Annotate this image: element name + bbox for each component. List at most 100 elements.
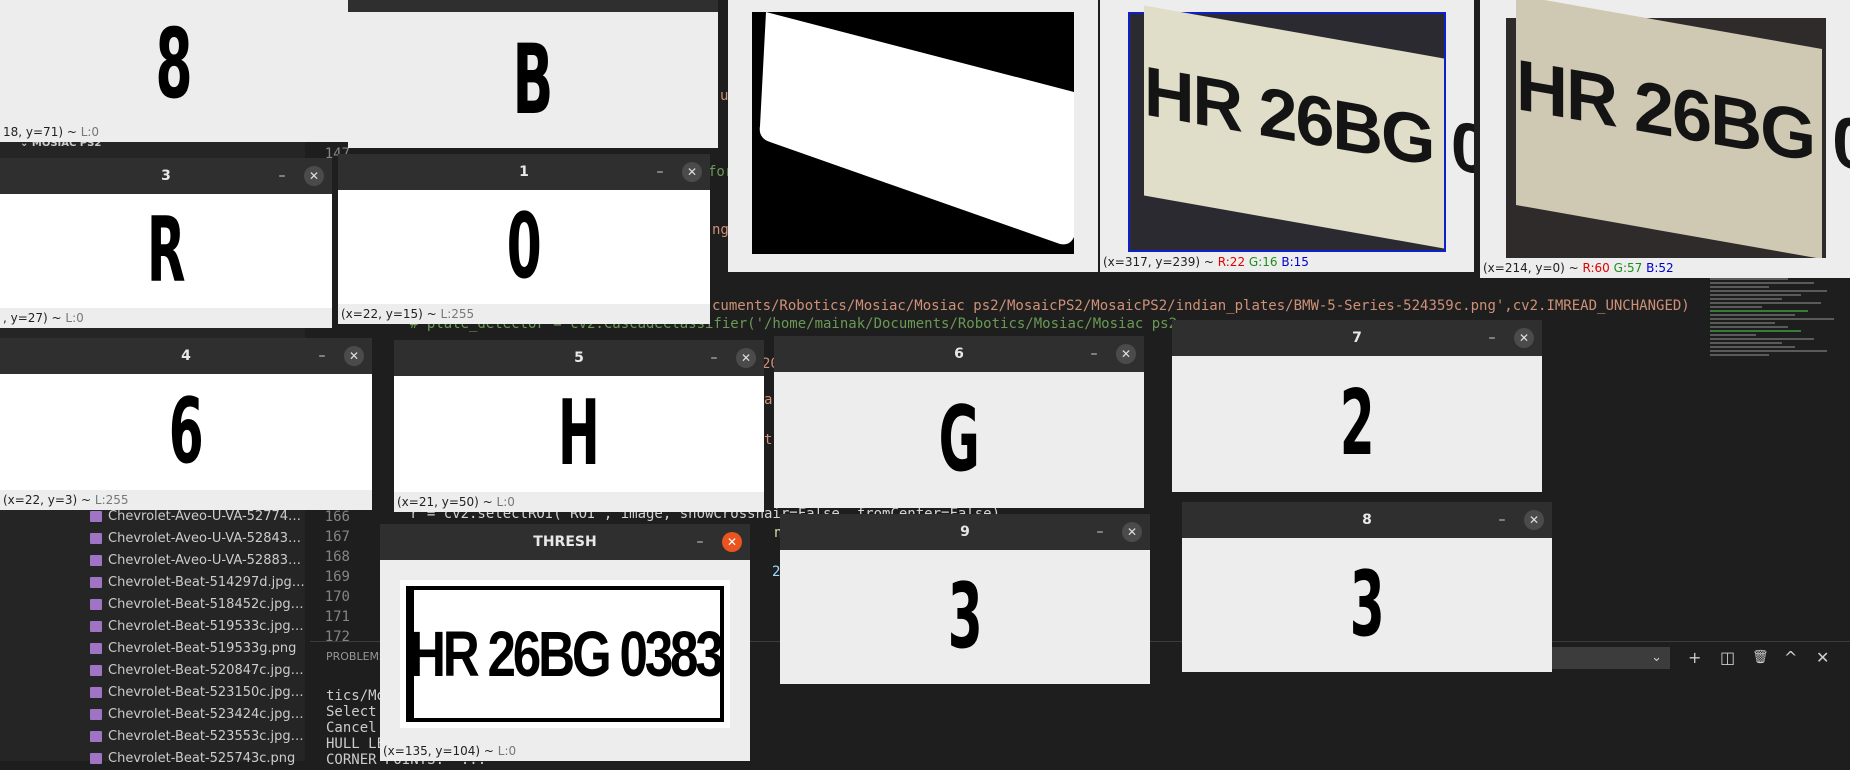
close-icon[interactable]: ✕: [344, 346, 364, 366]
split-terminal-icon[interactable]: ◫: [1720, 647, 1735, 669]
file-item[interactable]: Chevrolet-Beat-523424c.jpg_0...: [88, 704, 308, 726]
image-canvas[interactable]: R: [0, 194, 332, 308]
minimize-icon[interactable]: –: [1090, 522, 1110, 542]
minimize-icon[interactable]: –: [312, 346, 332, 366]
close-icon[interactable]: ✕: [1524, 510, 1544, 530]
image-file-icon: [90, 731, 102, 742]
file-item[interactable]: Chevrolet-Beat-520847c.jpg_0...: [88, 660, 308, 682]
close-icon[interactable]: ✕: [1514, 328, 1534, 348]
window-titlebar[interactable]: 6– ✕: [774, 336, 1144, 372]
minimize-icon[interactable]: –: [272, 166, 292, 186]
file-item[interactable]: Chevrolet-Beat-519533c.jpg_0...: [88, 616, 308, 638]
char-window-4[interactable]: 4– ✕ 6 (x=22, y=3) ~ L:255: [0, 338, 372, 510]
image-canvas[interactable]: 2: [1172, 356, 1542, 492]
char-window-8[interactable]: 8 18, y=71) ~ L:0: [0, 0, 348, 142]
file-item[interactable]: Chevrolet-Beat-518452c.jpg_0...: [88, 594, 308, 616]
minimize-icon[interactable]: –: [1492, 510, 1512, 530]
status-bar: (x=317, y=239) ~ R:22 G:16 B:15: [1100, 252, 1474, 272]
image-canvas[interactable]: H: [394, 376, 764, 492]
close-icon[interactable]: ✕: [304, 166, 324, 186]
file-item[interactable]: Chevrolet-Beat-519533g.png: [88, 638, 308, 660]
char-window-6[interactable]: 6– ✕ G: [774, 336, 1144, 508]
code-fragment: t: [764, 432, 773, 448]
char-window-b[interactable]: B: [348, 0, 718, 148]
file-list: Chevrolet-Aveo-U-VA-527747c.j... Chevrol…: [88, 506, 308, 770]
char-window-5[interactable]: 5– ✕ H (x=21, y=50) ~ L:0: [394, 340, 764, 512]
image-file-icon: [90, 621, 102, 632]
window-titlebar[interactable]: 8– ✕: [1182, 502, 1552, 538]
minimize-icon[interactable]: –: [650, 162, 670, 182]
new-terminal-icon[interactable]: +: [1688, 647, 1701, 669]
status-bar: (x=21, y=50) ~ L:0: [394, 492, 764, 512]
image-file-icon: [90, 753, 102, 764]
close-icon[interactable]: ✕: [1116, 344, 1136, 364]
file-item[interactable]: Chevrolet-Beat-525743c.png: [88, 748, 308, 770]
file-item[interactable]: Chevrolet-Beat-523150c.jpg_0...: [88, 682, 308, 704]
image-file-icon: [90, 533, 102, 544]
char-window-1[interactable]: 1– ✕ 0 (x=22, y=15) ~ L:255: [338, 154, 710, 324]
code-fragment: ng: [712, 222, 729, 238]
window-titlebar[interactable]: 4– ✕: [0, 338, 372, 374]
char-window-3[interactable]: 3– ✕ R , y=27) ~ L:0: [0, 158, 332, 328]
mask-window[interactable]: [728, 0, 1098, 272]
mask-polygon: [759, 12, 1074, 245]
file-item[interactable]: Chevrolet-Aveo-U-VA-528838b....: [88, 550, 308, 572]
status-bar: , y=27) ~ L:0: [0, 308, 332, 328]
close-panel-icon[interactable]: ✕: [1816, 647, 1829, 669]
close-icon[interactable]: ✕: [736, 348, 756, 368]
chevron-up-icon[interactable]: ^: [1784, 647, 1797, 669]
status-bar: (x=22, y=3) ~ L:255: [0, 490, 372, 510]
window-titlebar[interactable]: 3– ✕: [0, 158, 332, 194]
image-file-icon: [90, 709, 102, 720]
image-file-icon: [90, 555, 102, 566]
image-canvas[interactable]: HR 26BG 0383: [400, 580, 730, 728]
window-titlebar[interactable]: THRESH – ✕: [380, 524, 750, 560]
image-canvas[interactable]: HR 26BG 0383: [1128, 5, 1474, 252]
image-canvas[interactable]: 3: [780, 550, 1150, 684]
window-titlebar[interactable]: 5– ✕: [394, 340, 764, 376]
char-window-8b[interactable]: 8– ✕ 3: [1182, 502, 1552, 672]
image-canvas[interactable]: 0: [338, 190, 710, 304]
image-file-icon: [90, 643, 102, 654]
window-titlebar[interactable]: 9– ✕: [780, 514, 1150, 550]
status-bar: (x=22, y=15) ~ L:255: [338, 304, 710, 324]
image-canvas[interactable]: 6: [0, 374, 372, 490]
trash-icon[interactable]: 🗑: [1752, 647, 1769, 669]
minimize-icon[interactable]: –: [690, 532, 710, 552]
minimize-icon[interactable]: –: [704, 348, 724, 368]
thresh-window[interactable]: THRESH – ✕ HR 26BG 0383 (x=135, y=104) ~ L…: [380, 524, 750, 761]
char-window-7[interactable]: 7– ✕ 2: [1172, 320, 1542, 492]
close-icon[interactable]: ✕: [722, 532, 742, 552]
window-titlebar[interactable]: 1– ✕: [338, 154, 710, 190]
window-titlebar[interactable]: [348, 0, 718, 12]
file-item[interactable]: Chevrolet-Beat-523553c.jpg_0...: [88, 726, 308, 748]
close-icon[interactable]: ✕: [682, 162, 702, 182]
status-bar: (x=214, y=0) ~ R:60 G:57 B:52: [1480, 258, 1850, 278]
code-line-imread[interactable]: cuments/Robotics/Mosiac/Mosiac ps2/Mosai…: [712, 298, 1690, 314]
image-canvas[interactable]: B: [348, 12, 718, 148]
editor-minimap[interactable]: [1710, 278, 1840, 548]
image-canvas[interactable]: G: [774, 372, 1144, 508]
char-window-9[interactable]: 9– ✕ 3: [780, 514, 1150, 684]
image-canvas[interactable]: 8: [0, 6, 348, 122]
window-titlebar[interactable]: 7– ✕: [1172, 320, 1542, 356]
minimize-icon[interactable]: –: [1084, 344, 1104, 364]
file-item[interactable]: Chevrolet-Beat-514297d.jpg_0...: [88, 572, 308, 594]
chevron-down-icon: ⌄: [1651, 650, 1662, 665]
tab-problems[interactable]: PROBLEMS: [326, 650, 386, 663]
code-fragment: a: [764, 392, 773, 408]
file-item[interactable]: Chevrolet-Aveo-U-VA-528435c.j...: [88, 528, 308, 550]
status-bar: (x=135, y=104) ~ L:0: [380, 741, 750, 761]
image-file-icon: [90, 511, 102, 522]
image-canvas[interactable]: [752, 12, 1074, 254]
minimize-icon[interactable]: –: [1482, 328, 1502, 348]
status-bar: 18, y=71) ~ L:0: [0, 122, 348, 142]
close-icon[interactable]: ✕: [1122, 522, 1142, 542]
image-file-icon: [90, 687, 102, 698]
plate-crop-window[interactable]: HR 26BG 0383 (x=317, y=239) ~ R:22 G:16 …: [1100, 0, 1474, 272]
plate-original-window[interactable]: HR 26BG 0383 (x=214, y=0) ~ R:60 G:57 B:…: [1480, 0, 1850, 278]
image-canvas[interactable]: HR 26BG 0383: [1506, 0, 1850, 259]
line-number-gutter: 166 167 168 169 170 171 172: [324, 509, 350, 645]
image-canvas[interactable]: 3: [1182, 538, 1552, 672]
image-file-icon: [90, 599, 102, 610]
